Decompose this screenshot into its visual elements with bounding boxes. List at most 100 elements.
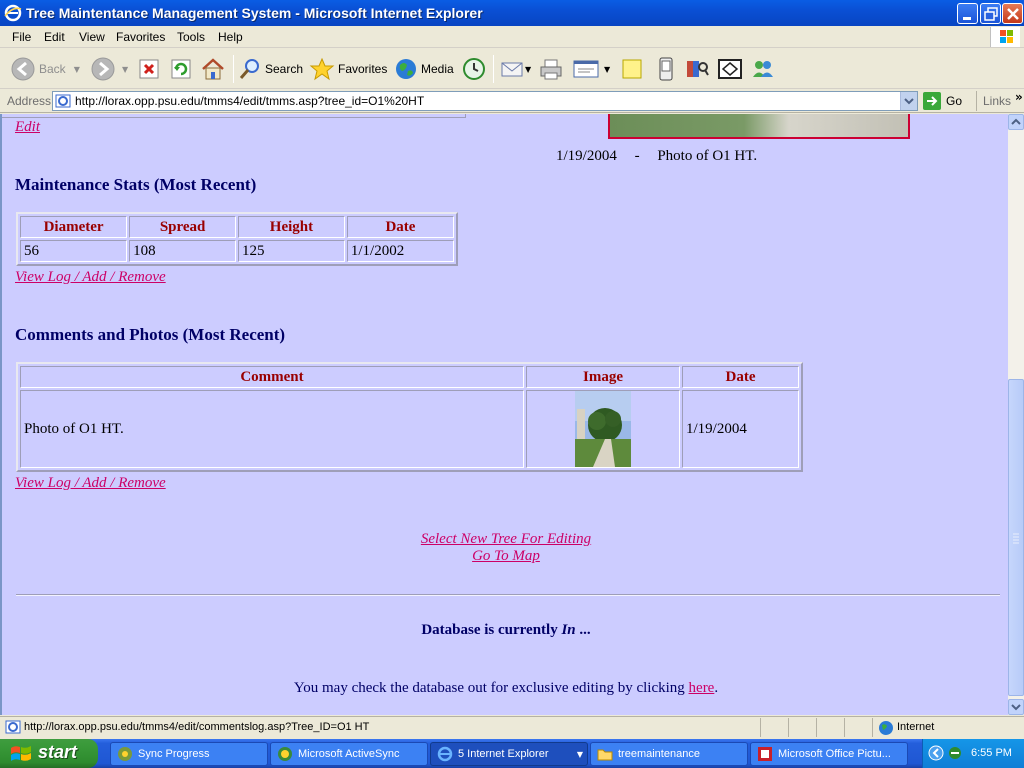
cell-date: 1/1/2002 xyxy=(346,240,454,262)
col-date: Date xyxy=(682,366,799,388)
cell-height: 125 xyxy=(238,240,345,262)
edit-link[interactable]: Edit xyxy=(15,119,40,136)
go-button[interactable]: Go xyxy=(923,92,962,110)
address-url: http://lorax.opp.psu.edu/tmms4/edit/tmms… xyxy=(75,94,425,108)
research-button[interactable] xyxy=(684,55,710,83)
internet-explorer-icon xyxy=(437,746,453,762)
folder-icon xyxy=(597,749,613,761)
page-content: Edit 1/19/2004 - Photo of O1 HT. Mainten… xyxy=(0,114,1008,715)
edit-page-button[interactable]: ▼ xyxy=(572,55,610,83)
select-new-tree-link[interactable]: Select New Tree For Editing xyxy=(421,531,591,547)
maximize-button[interactable] xyxy=(980,3,1001,24)
messenger-device-button[interactable] xyxy=(654,55,678,83)
discuss-button[interactable] xyxy=(620,55,644,83)
divider xyxy=(16,594,1000,596)
print-button[interactable] xyxy=(538,55,564,83)
windows-flag-icon xyxy=(11,746,31,761)
go-to-map-link[interactable]: Go To Map xyxy=(472,548,540,564)
menu-file[interactable]: File xyxy=(12,30,31,44)
home-button[interactable] xyxy=(200,55,226,83)
back-dropdown-icon[interactable]: ▼ xyxy=(74,65,80,74)
screen-button[interactable] xyxy=(717,55,743,83)
task-activesync[interactable]: Microsoft ActiveSync xyxy=(270,742,428,766)
toolbar: Back ▼ ▼ Search Favorites Media ▼ ▼ xyxy=(0,49,1024,89)
history-button[interactable] xyxy=(461,55,487,83)
status-cell xyxy=(788,718,816,737)
page-icon xyxy=(5,720,21,734)
database-status: Database is currently In ... xyxy=(421,622,591,638)
menu-help[interactable]: Help xyxy=(218,30,243,44)
tree-photo-thumbnail[interactable] xyxy=(575,391,631,467)
forward-dropdown-icon[interactable]: ▼ xyxy=(122,65,128,74)
database-status-value: In xyxy=(561,622,576,638)
comments-heading: Comments and Photos (Most Recent) xyxy=(15,325,286,344)
previous-table-edge xyxy=(2,114,466,118)
address-input[interactable]: http://lorax.opp.psu.edu/tmms4/edit/tmms… xyxy=(52,91,918,111)
start-button[interactable]: start xyxy=(0,739,98,768)
internet-explorer-icon xyxy=(4,4,22,22)
edit-dropdown-icon[interactable]: ▼ xyxy=(604,65,610,74)
mail-icon xyxy=(501,62,523,77)
scroll-up-button[interactable] xyxy=(1008,114,1024,130)
checkout-here-link[interactable]: here xyxy=(689,680,715,696)
links-toolbar[interactable]: Links » xyxy=(976,90,1023,111)
system-tray: 6:55 PM xyxy=(922,739,1024,768)
toolbar-separator xyxy=(233,55,234,83)
chevron-left-icon[interactable] xyxy=(928,745,944,761)
col-diameter: Diameter xyxy=(20,216,128,238)
messenger-button[interactable] xyxy=(750,55,776,83)
tree-photo-large xyxy=(608,114,910,139)
title-bar: Tree Maintentance Management System - Mi… xyxy=(0,0,1024,26)
favorites-button[interactable]: Favorites xyxy=(309,55,387,83)
cell-date: 1/19/2004 xyxy=(682,390,799,468)
windows-flag-icon xyxy=(1000,30,1013,43)
windows-logo xyxy=(990,27,1020,47)
forward-button[interactable]: ▼ xyxy=(90,55,128,83)
chevron-right-icon[interactable]: » xyxy=(1015,90,1023,104)
mail-button[interactable]: ▼ xyxy=(500,55,531,83)
scroll-thumb[interactable] xyxy=(1008,379,1024,696)
photo-caption: 1/19/2004 - Photo of O1 HT. xyxy=(556,148,758,164)
vertical-scrollbar[interactable] xyxy=(1008,114,1024,715)
task-internet-explorer-group[interactable]: 5 Internet Explorer ▼ xyxy=(430,742,588,766)
history-icon xyxy=(463,58,485,80)
menu-bar: File Edit View Favorites Tools Help xyxy=(0,26,1024,48)
maintenance-view-log-link[interactable]: View Log / Add / Remove xyxy=(15,269,166,286)
col-date: Date xyxy=(346,216,454,238)
task-office-picture-manager[interactable]: Microsoft Office Pictu... xyxy=(750,742,908,766)
messenger-users-icon xyxy=(753,61,773,77)
mail-dropdown-icon[interactable]: ▼ xyxy=(525,65,531,74)
pda-icon xyxy=(659,57,673,81)
task-sync-progress[interactable]: Sync Progress xyxy=(110,742,268,766)
restore-icon xyxy=(984,7,998,21)
table-row: 56 108 125 1/1/2002 xyxy=(20,240,454,262)
activesync-tray-icon[interactable] xyxy=(947,745,963,761)
comments-view-log-link[interactable]: View Log / Add / Remove xyxy=(15,475,166,492)
task-treemaintenance-folder[interactable]: treemaintenance xyxy=(590,742,748,766)
menu-favorites[interactable]: Favorites xyxy=(116,30,165,44)
table-header-row: Comment Image Date xyxy=(20,366,799,388)
search-icon xyxy=(239,59,259,79)
menu-tools[interactable]: Tools xyxy=(177,30,205,44)
back-button[interactable]: Back ▼ xyxy=(10,55,80,83)
scroll-down-button[interactable] xyxy=(1008,699,1024,715)
navigation-links: Select New Tree For Editing Go To Map xyxy=(2,531,1008,565)
close-button[interactable] xyxy=(1002,3,1023,24)
refresh-button[interactable] xyxy=(170,55,192,83)
address-dropdown-button[interactable] xyxy=(900,92,917,110)
note-icon xyxy=(622,59,642,79)
minimize-icon xyxy=(963,17,971,20)
maintenance-heading: Maintenance Stats (Most Recent) xyxy=(15,175,257,194)
star-icon xyxy=(309,57,335,81)
menu-view[interactable]: View xyxy=(79,30,105,44)
checkout-message: You may check the database out for exclu… xyxy=(293,680,719,696)
forward-arrow-icon xyxy=(91,57,115,81)
clock: 6:55 PM xyxy=(971,747,1012,759)
status-bar: http://lorax.opp.psu.edu/tmms4/edit/comm… xyxy=(0,716,1024,738)
menu-edit[interactable]: Edit xyxy=(44,30,65,44)
minimize-button[interactable] xyxy=(957,3,978,24)
stop-button[interactable] xyxy=(138,55,160,83)
activesync-icon xyxy=(278,747,292,761)
media-button[interactable]: Media xyxy=(394,55,454,83)
search-button[interactable]: Search xyxy=(238,55,303,83)
